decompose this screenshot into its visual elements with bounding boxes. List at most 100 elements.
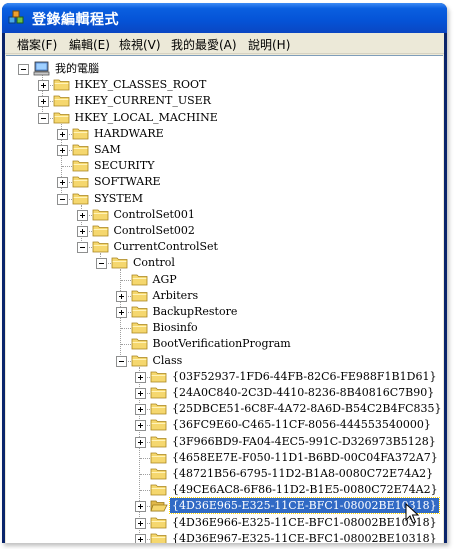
tree-item-label[interactable]: HKEY_LOCAL_MACHINE <box>73 110 220 125</box>
expand-toggle-icon[interactable] <box>135 388 146 399</box>
tree-item-label[interactable]: BootVerificationProgram <box>151 336 293 351</box>
tree-item-label[interactable]: SECURITY <box>92 158 156 173</box>
tree-item[interactable]: ControlSet001 <box>6 207 443 223</box>
menu-view[interactable]: 檢視(V) <box>119 36 161 53</box>
expand-toggle-icon[interactable] <box>135 533 146 543</box>
tree-item-label[interactable]: {03F52937-1FD6-44FB-82C6-FE988F1B1D61} <box>170 369 438 384</box>
tree-item-label[interactable]: Control <box>131 255 177 270</box>
expand-toggle-icon[interactable] <box>135 404 146 416</box>
tree-item[interactable]: Arbiters <box>6 288 443 304</box>
menu-help[interactable]: 說明(H) <box>248 36 290 53</box>
expand-toggle-icon[interactable] <box>135 517 146 529</box>
tree-item-label[interactable]: Class <box>151 353 185 368</box>
expand-toggle-icon[interactable] <box>115 307 127 318</box>
tree-item[interactable]: {4D36E967-E325-11CE-BFC1-08002BE10318} <box>6 531 443 543</box>
title-bar[interactable]: 登錄編輯程式 <box>2 3 447 33</box>
tree-item[interactable]: SECURITY <box>6 158 443 174</box>
tree-item[interactable]: {4D36E966-E325-11CE-BFC1-08002BE10318} <box>6 515 443 531</box>
tree-item-label[interactable]: {36FC9E60-C465-11CF-8056-444553540000} <box>170 417 433 432</box>
folder-icon <box>92 223 110 238</box>
expand-toggle-icon[interactable] <box>57 128 68 140</box>
tree-item-label[interactable]: {4658EE7E-F050-11D1-B6BD-00C04FA372A7} <box>170 450 440 465</box>
folder-icon <box>150 401 168 416</box>
collapse-toggle-icon[interactable] <box>37 112 49 124</box>
tree-item-label[interactable]: Arbiters <box>151 288 201 303</box>
tree-item-label[interactable]: {4D36E966-E325-11CE-BFC1-08002BE10318} <box>170 515 439 530</box>
tree-item[interactable]: HKEY_LOCAL_MACHINE <box>6 110 443 126</box>
expand-toggle-icon[interactable] <box>76 209 88 221</box>
tree-item-label[interactable]: HKEY_CURRENT_USER <box>73 93 213 108</box>
tree-item[interactable]: {03F52937-1FD6-44FB-82C6-FE988F1B1D61} <box>6 369 443 385</box>
collapse-toggle-icon[interactable] <box>57 193 68 205</box>
expand-toggle-icon[interactable] <box>76 226 88 237</box>
collapse-toggle-icon[interactable] <box>96 258 107 270</box>
tree-item-label[interactable]: AGP <box>151 272 179 287</box>
expand-toggle-icon[interactable] <box>135 420 146 432</box>
tree-item[interactable]: {4D36E965-E325-11CE-BFC1-08002BE10318} <box>6 497 443 515</box>
tree-item[interactable]: CurrentControlSet <box>6 239 443 255</box>
expand-toggle-icon[interactable] <box>135 501 146 513</box>
menu-bar: 檔案(F) 編輯(E) 檢視(V) 我的最愛(A) 說明(H) <box>5 33 444 54</box>
menu-edit[interactable]: 編輯(E) <box>69 36 110 53</box>
collapse-toggle-icon[interactable] <box>76 242 88 254</box>
tree-item[interactable]: {49CE6AC8-6F86-11D2-B1E5-0080C72E74A2} <box>6 482 443 498</box>
tree-item[interactable]: BootVerificationProgram <box>6 336 443 352</box>
tree-item-label[interactable]: SAM <box>92 142 123 157</box>
tree-item-label[interactable]: {49CE6AC8-6F86-11D2-B1E5-0080C72E74A2} <box>170 482 440 497</box>
tree-item[interactable]: Control <box>6 255 443 271</box>
folder-icon <box>92 207 110 222</box>
folder-icon <box>131 304 149 319</box>
expand-toggle-icon[interactable] <box>37 80 49 92</box>
tree-item-label[interactable]: {25DBCE51-6C8F-4A72-8A6D-B54C2B4FC835} <box>170 401 443 416</box>
tree-item[interactable]: SYSTEM <box>6 191 443 207</box>
folder-icon <box>131 353 149 368</box>
menu-file[interactable]: 檔案(F) <box>17 36 57 53</box>
tree-item[interactable]: AGP <box>6 272 443 288</box>
tree-item-label[interactable]: 我的電腦 <box>53 61 101 76</box>
collapse-toggle-icon[interactable] <box>115 355 127 367</box>
tree-item[interactable]: {3F966BD9-FA04-4EC5-991C-D326973B5128} <box>6 434 443 450</box>
tree-item-label[interactable]: {24A0C840-2C3D-4410-8236-8B40816C7B90} <box>170 385 436 400</box>
tree-item[interactable]: HARDWARE <box>6 126 443 142</box>
tree-item[interactable]: SOFTWARE <box>6 174 443 190</box>
folder-icon <box>150 369 168 384</box>
tree-item[interactable]: {4658EE7E-F050-11D1-B6BD-00C04FA372A7} <box>6 450 443 466</box>
tree-item[interactable]: {48721B56-6795-11D2-B1A8-0080C72E74A2} <box>6 466 443 482</box>
tree-item[interactable]: {25DBCE51-6C8F-4A72-8A6D-B54C2B4FC835} <box>6 401 443 417</box>
tree-item-label[interactable]: {3F966BD9-FA04-4EC5-991C-D326973B5128} <box>170 434 438 449</box>
expand-toggle-icon[interactable] <box>135 436 146 448</box>
tree-item-label[interactable]: ControlSet001 <box>112 207 197 222</box>
tree-item-label[interactable]: BackupRestore <box>151 304 240 319</box>
tree-item[interactable]: HKEY_CLASSES_ROOT <box>6 77 443 93</box>
tree-item-label[interactable]: HKEY_CLASSES_ROOT <box>73 77 209 92</box>
tree-item[interactable]: ControlSet002 <box>6 223 443 239</box>
tree-item-label[interactable]: CurrentControlSet <box>112 239 220 254</box>
expand-toggle-icon[interactable] <box>135 371 146 383</box>
expand-toggle-icon[interactable] <box>115 290 127 302</box>
tree-item-label[interactable]: SYSTEM <box>92 191 145 206</box>
tree-item[interactable]: HKEY_CURRENT_USER <box>6 93 443 109</box>
window-title: 登錄編輯程式 <box>32 12 119 28</box>
tree-item-label[interactable]: {4D36E967-E325-11CE-BFC1-08002BE10318} <box>170 531 439 543</box>
tree-item[interactable]: Class <box>6 353 443 369</box>
tree-item[interactable]: {24A0C840-2C3D-4410-8236-8B40816C7B90} <box>6 385 443 401</box>
expand-toggle-icon[interactable] <box>57 177 68 189</box>
tree-item[interactable]: {36FC9E60-C465-11CF-8056-444553540000} <box>6 417 443 433</box>
open-folder-icon <box>150 498 168 513</box>
expand-toggle-icon[interactable] <box>57 145 68 156</box>
selected-tree-item-label[interactable]: {4D36E965-E325-11CE-BFC1-08002BE10318} <box>169 497 440 515</box>
expand-toggle-icon[interactable] <box>37 96 49 108</box>
tree-item-label[interactable]: SOFTWARE <box>92 174 163 189</box>
registry-tree[interactable]: 我的電腦 HKEY_CLASSES_ROOT HKEY_CURRENT_USER HK… <box>6 55 443 543</box>
tree-item-label[interactable]: {48721B56-6795-11D2-B1A8-0080C72E74A2} <box>170 466 435 481</box>
tree-item[interactable]: Biosinfo <box>6 320 443 336</box>
tree-item-label[interactable]: ControlSet002 <box>112 223 197 238</box>
folder-icon <box>150 482 168 497</box>
menu-favorites[interactable]: 我的最愛(A) <box>171 36 237 53</box>
collapse-toggle-icon[interactable] <box>18 64 29 75</box>
tree-item[interactable]: SAM <box>6 142 443 158</box>
tree-item-label[interactable]: HARDWARE <box>92 126 166 141</box>
tree-item-label[interactable]: Biosinfo <box>151 320 200 335</box>
tree-item[interactable]: BackupRestore <box>6 304 443 320</box>
tree-item[interactable]: 我的電腦 <box>6 61 443 77</box>
